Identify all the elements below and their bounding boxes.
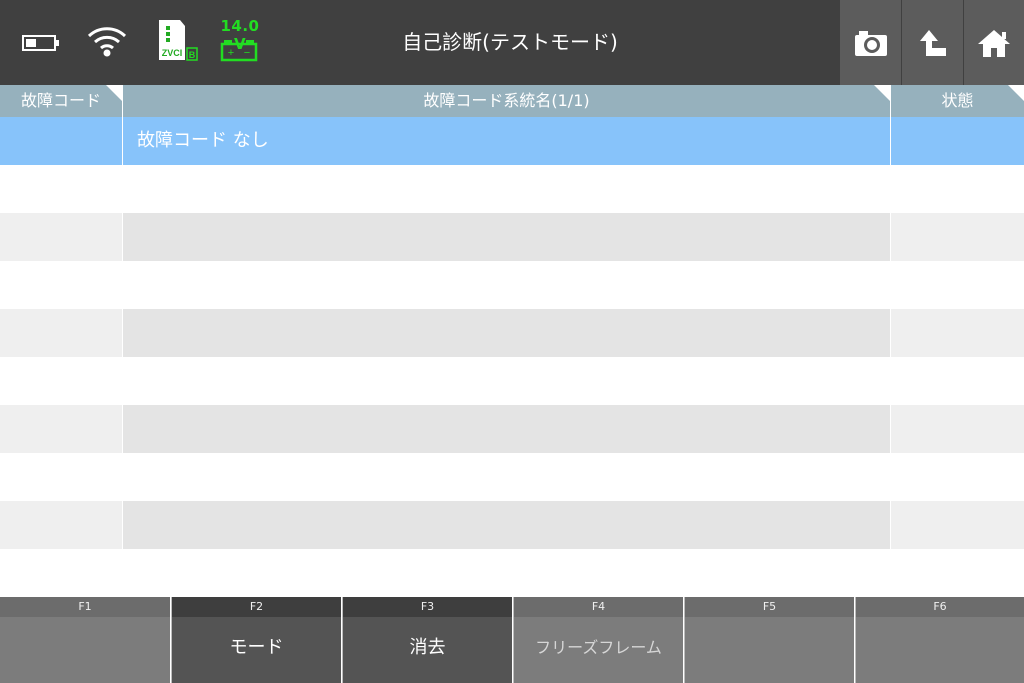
sort-corner-icon bbox=[874, 85, 890, 101]
camera-icon bbox=[854, 30, 887, 56]
cell-status bbox=[891, 453, 1024, 501]
cell-status bbox=[891, 117, 1024, 165]
fkey-label: 消去 bbox=[409, 637, 446, 658]
wifi-icon bbox=[87, 27, 127, 57]
cell-name bbox=[123, 213, 890, 261]
vci-label: ZVCI bbox=[162, 48, 183, 58]
fkey-number: F3 bbox=[343, 597, 512, 617]
column-header-name[interactable]: 故障コード系統名(1/1) bbox=[123, 85, 890, 117]
f3-clear-button[interactable]: F3 消去 bbox=[342, 597, 512, 683]
cell-name bbox=[123, 549, 890, 597]
cell-name bbox=[123, 357, 890, 405]
table-row[interactable] bbox=[0, 213, 1024, 261]
cell-name bbox=[123, 165, 890, 213]
fkey-number: F1 bbox=[0, 597, 170, 617]
fkey-label bbox=[856, 617, 1024, 683]
cell-status bbox=[891, 261, 1024, 309]
top-bar: ZVCI B 14.0 V + − 自己診断(テストモード) bbox=[0, 0, 1024, 85]
cell-status bbox=[891, 405, 1024, 453]
cell-name bbox=[123, 405, 890, 453]
cell-status bbox=[891, 165, 1024, 213]
cell-code bbox=[0, 405, 122, 453]
table-row[interactable]: 故障コード なし bbox=[0, 117, 1024, 165]
cell-code bbox=[0, 357, 122, 405]
cell-code bbox=[0, 501, 122, 549]
table-row[interactable] bbox=[0, 357, 1024, 405]
fkey-label bbox=[0, 617, 170, 683]
table-row[interactable] bbox=[0, 309, 1024, 357]
back-arrow-icon bbox=[919, 29, 946, 56]
vci-adapter-icon: ZVCI B bbox=[159, 20, 198, 61]
cell-code bbox=[0, 309, 122, 357]
table-row[interactable] bbox=[0, 165, 1024, 213]
fkey-number: F2 bbox=[172, 597, 341, 617]
f1-button[interactable]: F1 bbox=[0, 597, 170, 683]
cell-name: 故障コード なし bbox=[123, 117, 890, 165]
fkey-number: F4 bbox=[514, 597, 683, 617]
cell-code bbox=[0, 549, 122, 597]
cell-code bbox=[0, 117, 122, 165]
cell-name bbox=[123, 453, 890, 501]
home-button[interactable] bbox=[964, 0, 1024, 85]
column-header-code[interactable]: 故障コード bbox=[0, 85, 122, 117]
sort-corner-icon bbox=[1008, 85, 1024, 101]
fkey-label: フリーズフレーム bbox=[535, 638, 662, 657]
home-icon bbox=[978, 29, 1010, 57]
fkey-label: モード bbox=[229, 637, 284, 658]
svg-text:+: + bbox=[228, 47, 234, 59]
f6-button[interactable]: F6 bbox=[855, 597, 1024, 683]
table-row[interactable] bbox=[0, 405, 1024, 453]
f5-button[interactable]: F5 bbox=[684, 597, 854, 683]
cell-status bbox=[891, 549, 1024, 597]
cell-name bbox=[123, 309, 890, 357]
cell-status bbox=[891, 501, 1024, 549]
back-button[interactable] bbox=[902, 0, 963, 85]
f2-mode-button[interactable]: F2 モード bbox=[171, 597, 341, 683]
fkey-label bbox=[685, 617, 854, 683]
table-header: 故障コード 故障コード系統名(1/1) 状態 bbox=[0, 85, 1024, 117]
cell-name bbox=[123, 501, 890, 549]
cell-code bbox=[0, 261, 122, 309]
svg-text:−: − bbox=[244, 47, 250, 59]
page-title: 自己診断(テストモード) bbox=[402, 30, 618, 54]
fkey-number: F6 bbox=[856, 597, 1024, 617]
fkey-number: F5 bbox=[685, 597, 854, 617]
car-battery-icon: + − bbox=[220, 40, 258, 62]
table-row[interactable] bbox=[0, 549, 1024, 597]
cell-status bbox=[891, 357, 1024, 405]
cell-code bbox=[0, 453, 122, 501]
function-key-bar: F1 F2 モード F3 消去 F4 フリーズフレーム F5 F6 bbox=[0, 597, 1024, 683]
cell-code bbox=[0, 165, 122, 213]
vci-badge: B bbox=[189, 50, 196, 60]
battery-icon bbox=[22, 35, 59, 51]
dtc-table: 故障コード なし bbox=[0, 117, 1024, 597]
sort-corner-icon bbox=[106, 85, 122, 101]
table-row[interactable] bbox=[0, 501, 1024, 549]
f4-freeze-frame-button[interactable]: F4 フリーズフレーム bbox=[513, 597, 683, 683]
table-row[interactable] bbox=[0, 453, 1024, 501]
screenshot-button[interactable] bbox=[840, 0, 901, 85]
cell-code bbox=[0, 213, 122, 261]
column-header-status[interactable]: 状態 bbox=[891, 85, 1024, 117]
cell-status bbox=[891, 309, 1024, 357]
table-row[interactable] bbox=[0, 261, 1024, 309]
cell-status bbox=[891, 213, 1024, 261]
cell-name bbox=[123, 261, 890, 309]
